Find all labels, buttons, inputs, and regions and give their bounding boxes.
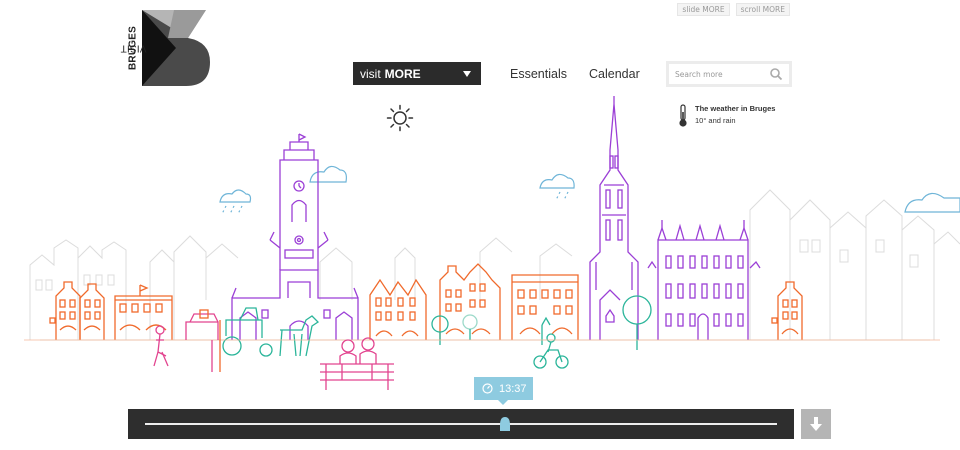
time-indicator: 13:37 [474,377,533,405]
time-value: 13:37 [499,382,527,395]
down-arrow-icon [810,417,822,431]
logo-wordmark: VISIT BRUGES [120,10,146,86]
search-icon[interactable] [769,67,783,81]
search-input[interactable] [675,67,765,82]
visit-more-bold: MORE [384,66,421,81]
search-box [666,61,792,87]
town-hall [647,220,761,340]
timeline-handle[interactable] [497,417,513,431]
background-houses [29,189,960,341]
visit-more-prefix: visit [360,66,381,81]
scroll-down-button[interactable] [801,409,831,439]
nav-essentials[interactable]: Essentials [510,67,567,81]
timeline-track[interactable] [145,423,777,425]
top-links: slide MORE scroll MORE [677,3,790,16]
slide-more-link[interactable]: slide MORE [677,3,730,16]
caret-down-icon [463,71,471,77]
nav-calendar[interactable]: Calendar [589,67,640,81]
clock-icon [482,383,493,394]
church-tower [589,96,639,340]
belfry-tower [231,133,359,340]
logo-visit: VISIT [119,42,147,54]
scroll-more-link[interactable]: scroll MORE [735,3,790,16]
clouds [219,165,960,215]
orange-houses-left [49,263,803,340]
timeline-slider[interactable] [128,409,794,439]
bruges-skyline-illustration [24,96,960,390]
visit-more-dropdown[interactable]: visit MORE [353,62,481,85]
